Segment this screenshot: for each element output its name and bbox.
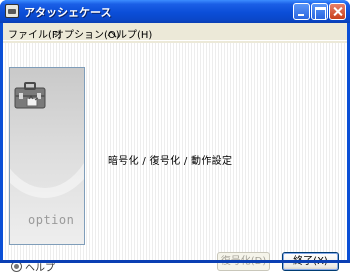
- description-text: 暗号化 / 復号化 / 動作設定: [108, 156, 233, 167]
- maximize-button[interactable]: [311, 3, 328, 20]
- title-bar[interactable]: アタッシェケース: [0, 0, 350, 23]
- option-label: option: [28, 213, 75, 227]
- option-panel[interactable]: option: [9, 67, 85, 245]
- close-button[interactable]: [329, 3, 346, 20]
- menu-help[interactable]: ヘルプ(H): [107, 26, 152, 41]
- client-area: ファイル(F) オプション(O) ヘルプ(H) option 暗号化 / 復号化…: [3, 23, 347, 274]
- window-title: アタッシェケース: [24, 6, 112, 19]
- app-icon[interactable]: [5, 4, 19, 18]
- main-content: option 暗号化 / 復号化 / 動作設定 ヘルプ 復号化(D) 終了(X): [3, 43, 347, 274]
- menu-bar: ファイル(F) オプション(O) ヘルプ(H): [3, 23, 347, 41]
- attache-case-icon: [14, 82, 46, 109]
- app-window: アタッシェケース ファイル(F) オプション(O) ヘルプ(H) option …: [0, 0, 350, 274]
- minimize-button[interactable]: [293, 3, 310, 20]
